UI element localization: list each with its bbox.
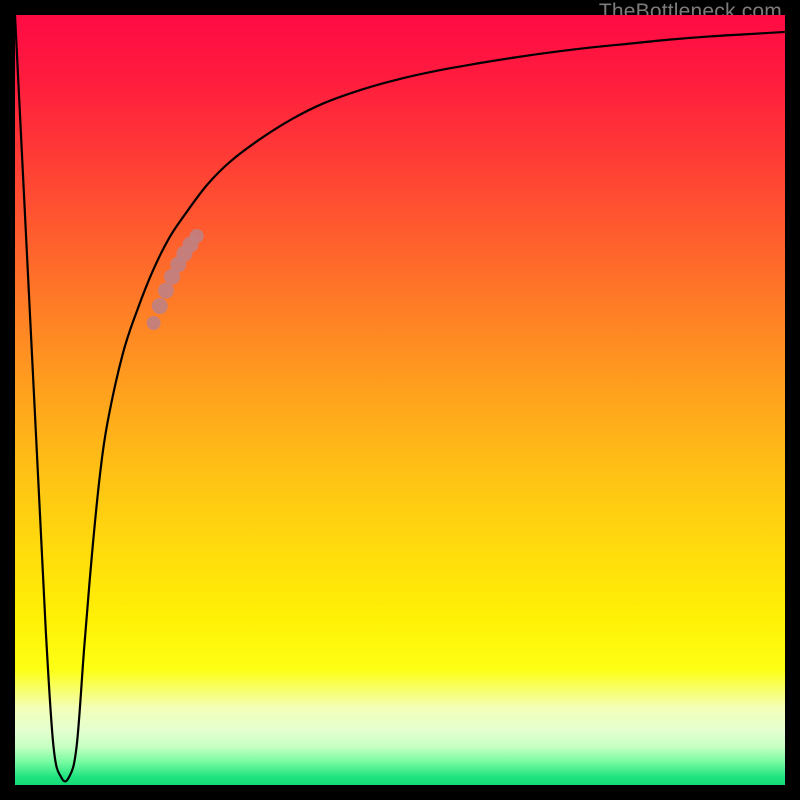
- plot-area: [15, 15, 785, 785]
- bottleneck-curve: [15, 15, 785, 781]
- highlight-marker: [158, 283, 174, 299]
- chart-svg: [15, 15, 785, 785]
- highlight-marker: [152, 298, 168, 314]
- highlight-markers: [147, 229, 204, 330]
- highlight-marker: [190, 229, 204, 243]
- highlight-marker: [147, 316, 161, 330]
- chart-stage: TheBottleneck.com: [0, 0, 800, 800]
